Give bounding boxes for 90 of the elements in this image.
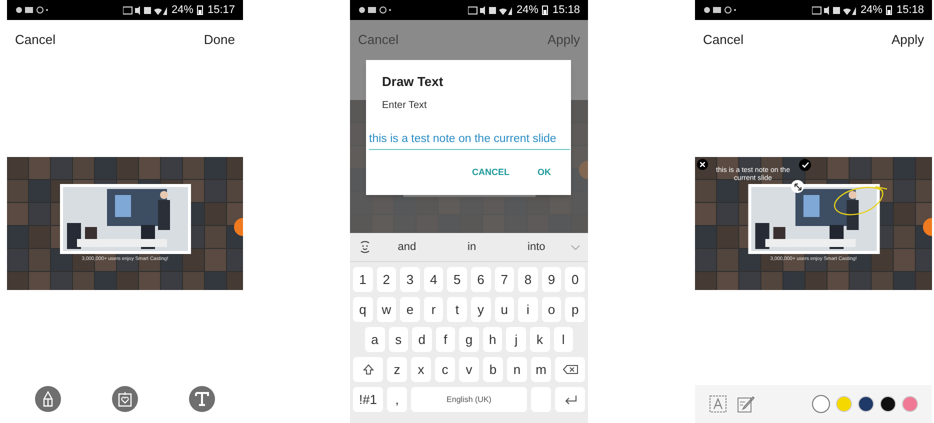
shift-icon	[362, 364, 374, 375]
keyboard-key[interactable]: p	[565, 297, 585, 322]
text-tool-button[interactable]	[189, 386, 215, 412]
keyboard-key[interactable]: k	[530, 327, 550, 352]
text-icon	[195, 392, 209, 406]
backspace-key[interactable]	[555, 357, 585, 382]
color-swatch[interactable]	[902, 396, 918, 412]
battery-icon	[542, 5, 548, 15]
keyboard-key[interactable]: z	[387, 357, 407, 382]
notification-icons	[15, 6, 49, 14]
keyboard-key[interactable]: h	[482, 327, 502, 352]
pencil-icon	[42, 391, 54, 407]
heart-note-icon	[118, 392, 132, 406]
space-bar[interactable]: English (UK)	[411, 387, 527, 412]
confirm-button[interactable]: Apply	[891, 30, 924, 50]
text-tool-button[interactable]	[709, 395, 727, 413]
keyboard-key[interactable]: d	[412, 327, 432, 352]
text-input-field[interactable]: this is a test note on the current slide	[369, 130, 570, 150]
keyboard-key[interactable]: b	[483, 357, 503, 382]
notification-icons	[703, 6, 737, 14]
color-swatch[interactable]	[858, 396, 874, 412]
backspace-icon	[562, 365, 578, 374]
keyboard-key[interactable]: n	[507, 357, 527, 382]
keyboard-key[interactable]: f	[436, 327, 456, 352]
keyboard-key[interactable]: l	[554, 327, 574, 352]
battery-percent: 24%	[860, 2, 882, 18]
keyboard-key[interactable]: 2	[376, 267, 396, 292]
expand-icon	[571, 244, 580, 250]
keyboard-key[interactable]: 7	[494, 267, 514, 292]
keyboard-key[interactable]: s	[388, 327, 408, 352]
battery-icon	[197, 5, 204, 15]
keyboard-key[interactable]: y	[470, 297, 491, 322]
dialog-title: Draw Text	[382, 73, 444, 91]
keyboard-key[interactable]: 4	[424, 267, 444, 292]
keyboard-key[interactable]: 9	[542, 267, 562, 292]
keyboard-key[interactable]: i	[518, 297, 538, 322]
keyboard-key[interactable]: 5	[447, 267, 467, 292]
keyboard-key[interactable]: 1	[353, 267, 373, 292]
keyboard-key[interactable]: o	[542, 297, 562, 322]
status-icons	[123, 6, 168, 14]
keyboard-key[interactable]: q	[353, 297, 373, 322]
color-swatch[interactable]	[880, 396, 896, 412]
color-swatch[interactable]	[836, 396, 852, 412]
clock: 15:18	[896, 2, 924, 18]
comma-key[interactable]: ,	[387, 387, 407, 412]
emoji-icon	[358, 240, 372, 254]
cancel-button[interactable]: Cancel	[15, 30, 56, 50]
symbols-key[interactable]: !#1	[353, 387, 383, 412]
keyboard-key[interactable]: 0	[565, 267, 585, 292]
keyboard-key[interactable]: 6	[470, 267, 491, 292]
keyboard-key[interactable]: j	[506, 327, 526, 352]
close-icon	[700, 162, 705, 167]
pen-tool-button[interactable]	[35, 386, 61, 412]
check-icon	[802, 162, 808, 168]
keyboard-key[interactable]: v	[459, 357, 479, 382]
status-icons	[468, 6, 512, 14]
clock: 15:17	[207, 2, 235, 18]
keyboard-key[interactable]: u	[494, 297, 514, 322]
clock: 15:18	[552, 2, 580, 18]
battery-icon	[886, 5, 892, 15]
keyboard-key[interactable]: g	[459, 327, 479, 352]
text-box-icon	[709, 395, 727, 413]
battery-percent: 24%	[171, 2, 194, 18]
sticker-tool-button[interactable]	[112, 386, 138, 412]
keyboard-key[interactable]: m	[531, 357, 551, 382]
keyboard-key[interactable]: 3	[400, 267, 420, 292]
keyboard-key[interactable]: 8	[518, 267, 538, 292]
keyboard-key[interactable]: w	[376, 297, 396, 322]
keyboard-key[interactable]: c	[435, 357, 455, 382]
keyboard-key[interactable]: r	[424, 297, 444, 322]
keyboard-key[interactable]: a	[365, 327, 385, 352]
shift-key[interactable]	[353, 357, 383, 382]
dialog-label: Enter Text	[382, 98, 428, 112]
enter-icon	[564, 394, 576, 404]
word-suggestion[interactable]: into	[528, 238, 546, 256]
color-swatch[interactable]	[812, 395, 830, 413]
resize-icon	[794, 182, 802, 190]
keyboard-key[interactable]: e	[400, 297, 420, 322]
word-suggestion[interactable]: and	[398, 238, 416, 256]
keyboard-key[interactable]: t	[447, 297, 467, 322]
enter-key[interactable]	[555, 387, 585, 412]
notification-icons	[358, 6, 392, 14]
word-suggestion[interactable]: in	[468, 238, 476, 256]
edit-tool-button[interactable]	[737, 395, 755, 413]
keyboard-key[interactable]: x	[411, 357, 431, 382]
battery-percent: 24%	[516, 2, 538, 18]
cancel-button[interactable]: Cancel	[703, 30, 744, 50]
status-icons	[812, 6, 856, 14]
edit-icon	[737, 395, 755, 413]
confirm-button[interactable]: Done	[204, 30, 235, 50]
